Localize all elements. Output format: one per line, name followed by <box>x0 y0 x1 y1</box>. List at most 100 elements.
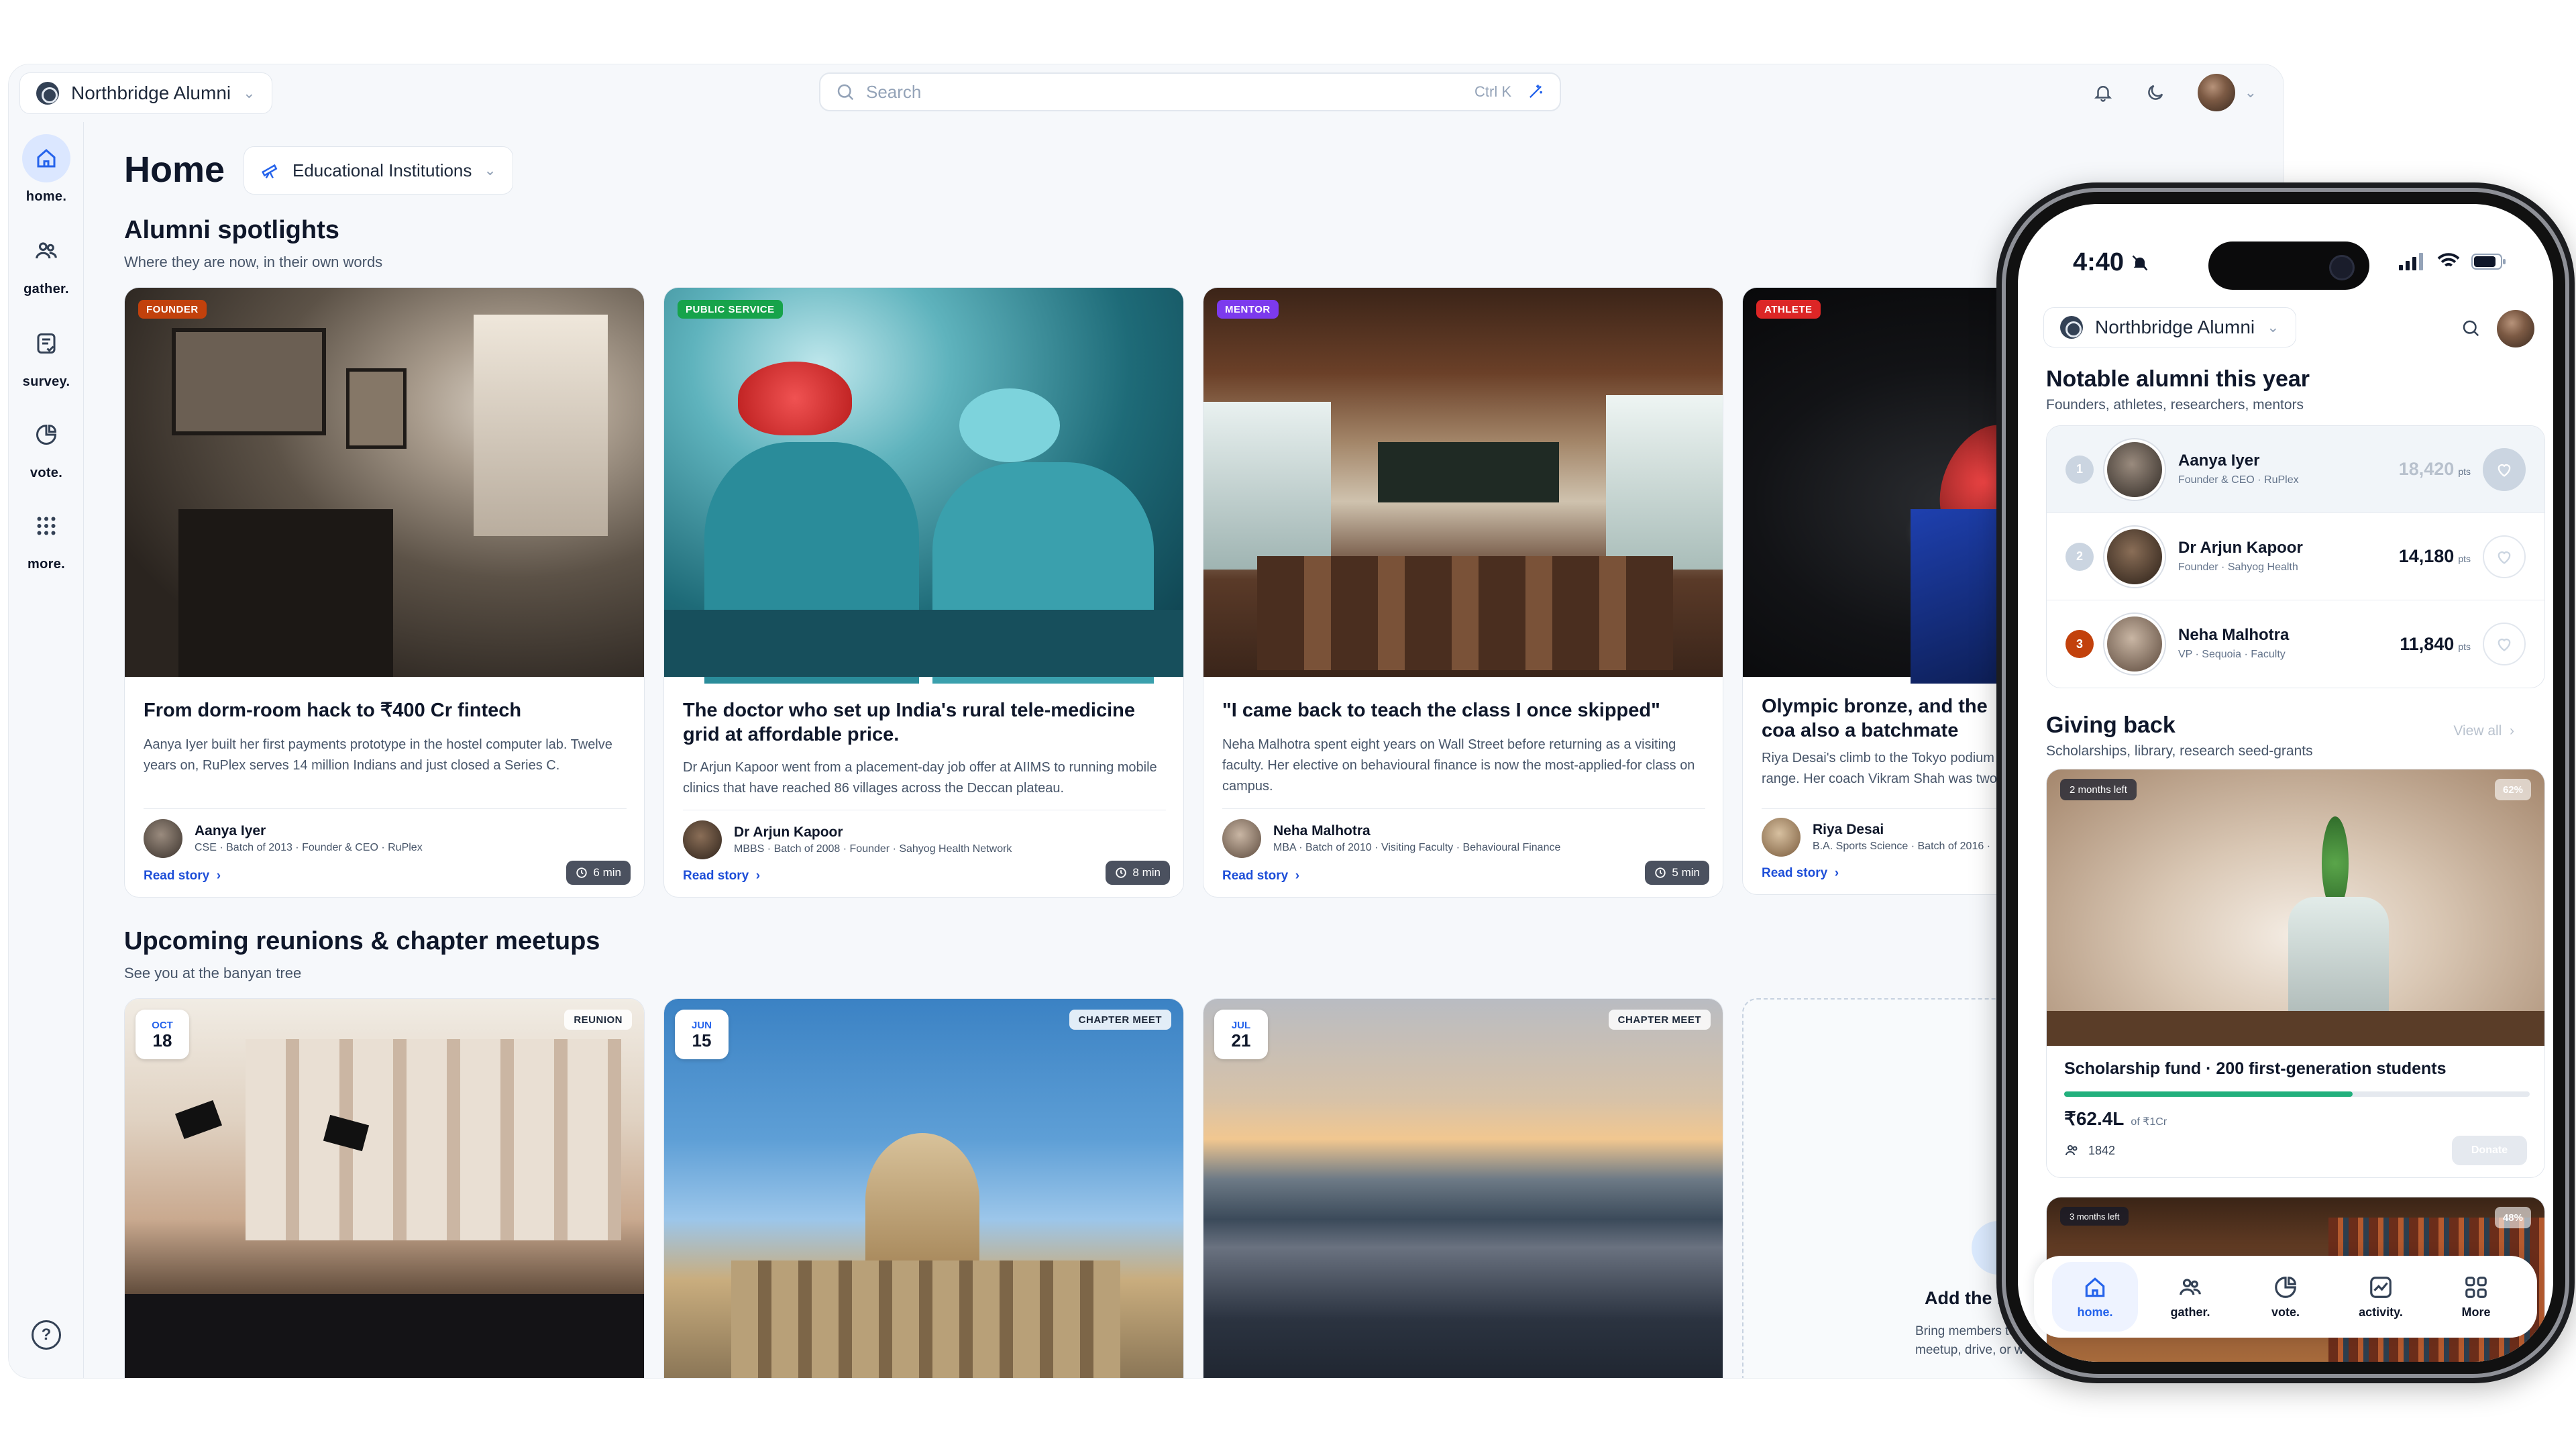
sidebar: home. gather. survey. vote. more. ? <box>9 122 84 1378</box>
tab-gather[interactable]: gather. <box>2147 1262 2233 1332</box>
read-story-link[interactable]: Read story › <box>1762 866 1839 881</box>
alumni-name: Dr Arjun Kapoor <box>2178 539 2303 557</box>
sidebar-item-more[interactable]: more. <box>9 502 84 572</box>
sparkle-icon[interactable] <box>1526 83 1545 101</box>
add-event-desc: meetup, drive, or w <box>1915 1343 2024 1357</box>
leaderboard-row[interactable]: 2 Dr Arjun Kapoor Founder · Sahyog Healt… <box>2047 513 2544 600</box>
leaderboard-row[interactable]: 3 Neha Malhotra VP · Sequoia · Faculty 1… <box>2047 600 2544 688</box>
bell-icon[interactable] <box>2093 83 2113 103</box>
user-menu[interactable]: ⌄ <box>2197 74 2257 111</box>
sidebar-item-label: home. <box>25 189 67 204</box>
tab-vote[interactable]: vote. <box>2243 1262 2328 1332</box>
heart-icon[interactable] <box>2483 535 2526 578</box>
avatar[interactable] <box>2497 310 2534 347</box>
read-story-link[interactable]: Read story › <box>144 869 221 883</box>
time-left-badge: 2 months left <box>2060 779 2137 800</box>
author: Riya Desai B.A. Sports Science · Batch o… <box>1762 818 1990 857</box>
heart-icon[interactable] <box>2483 623 2526 665</box>
card-title: Olympic bronze, and the coa also a batch… <box>1762 696 1988 741</box>
spotlight-image <box>664 288 1183 684</box>
chevron-right-icon: › <box>2506 723 2514 739</box>
moon-icon[interactable] <box>2145 83 2165 103</box>
events-subtitle: See you at the banyan tree <box>124 965 302 981</box>
tab-activity[interactable]: activity. <box>2338 1262 2424 1332</box>
phone-screen: 4:40 Northbridge Alumni ⌄ Notable alumni… <box>2018 204 2553 1362</box>
author-name: Dr Arjun Kapoor <box>734 824 843 840</box>
read-time-badge: 5 min <box>1645 861 1709 885</box>
tab-label: More <box>2461 1305 2491 1319</box>
page-title: Home <box>124 150 225 190</box>
pie-icon <box>22 411 70 459</box>
read-story-link[interactable]: Read story › <box>683 869 760 883</box>
avatar <box>2197 74 2235 111</box>
top-bar: Northbridge Alumni ⌄ Search Ctrl K ⌄ <box>9 64 2284 122</box>
sidebar-item-label: vote. <box>30 466 63 480</box>
points-value: 18,420 <box>2398 459 2455 479</box>
avatar <box>1762 818 1801 857</box>
institution-filter[interactable]: Educational Institutions ⌄ <box>244 146 513 195</box>
spotlight-card[interactable]: PUBLIC SERVICE 8 min The doctor who set … <box>663 287 1184 898</box>
spotlight-card[interactable]: FOUNDER 6 min From dorm-room hack to ₹40… <box>124 287 645 898</box>
spotlight-image <box>1203 288 1723 677</box>
activity-icon <box>2370 1276 2392 1298</box>
author-meta: CSE · Batch of 2013 · Founder & CEO · Ru… <box>195 842 423 853</box>
donor-number: 1842 <box>2088 1143 2116 1157</box>
sidebar-item-vote[interactable]: vote. <box>9 411 84 481</box>
help-button[interactable]: ? <box>32 1320 61 1350</box>
fund-card[interactable]: 2 months left 62% Scholarship fund · 200… <box>2046 769 2545 1178</box>
spotlights-subtitle: Where they are now, in their own words <box>124 254 383 270</box>
divider <box>144 808 627 809</box>
fund-goal: of ₹1Cr <box>2131 1116 2167 1128</box>
chevron-right-icon: › <box>213 869 221 883</box>
spotlight-image <box>125 288 644 677</box>
tab-label: gather. <box>2170 1305 2210 1319</box>
sidebar-item-home[interactable]: home. <box>9 134 84 205</box>
read-story-label: Read story <box>1222 869 1289 883</box>
event-image <box>1203 999 1723 1378</box>
search-icon[interactable] <box>2461 318 2481 338</box>
org-logo-icon <box>2060 316 2083 339</box>
alumni-points: 18,420 pts <box>2399 459 2471 480</box>
sidebar-item-gather[interactable]: gather. <box>9 227 84 297</box>
sidebar-item-label: survey. <box>22 374 70 389</box>
author: Aanya Iyer CSE · Batch of 2013 · Founder… <box>144 819 423 858</box>
read-story-link[interactable]: Read story › <box>1222 869 1299 883</box>
heart-icon[interactable] <box>2483 447 2526 491</box>
card-title: "I came back to teach the class I once s… <box>1222 700 1660 721</box>
read-story-label: Read story <box>683 869 749 883</box>
chevron-down-icon: ⌄ <box>2244 84 2257 101</box>
signal-icon <box>2399 253 2423 270</box>
read-time: 6 min <box>593 866 621 879</box>
sidebar-item-survey[interactable]: survey. <box>9 319 84 390</box>
donate-button[interactable]: Donate <box>2452 1136 2527 1165</box>
org-name: Northbridge Alumni <box>2095 317 2255 337</box>
people-icon <box>22 227 70 275</box>
top-right-actions: ⌄ <box>2093 74 2257 111</box>
chevron-right-icon: › <box>1831 866 1839 880</box>
spotlight-card[interactable]: MENTOR 5 min "I came back to teach the c… <box>1203 287 1723 898</box>
category-tag: MENTOR <box>1217 300 1279 319</box>
avatar <box>1222 819 1261 858</box>
event-type-tag: CHAPTER MEET <box>1069 1010 1171 1030</box>
search-bar[interactable]: Search Ctrl K <box>819 72 1561 111</box>
event-card[interactable]: JUN 15 CHAPTER MEET <box>663 998 1184 1378</box>
survey-icon <box>22 319 70 368</box>
avatar <box>2104 614 2165 674</box>
event-card[interactable]: JUL 21 CHAPTER MEET <box>1203 998 1723 1378</box>
event-type-tag: CHAPTER MEET <box>1608 1010 1711 1030</box>
view-all-link[interactable]: View all › <box>2453 723 2514 739</box>
org-switcher[interactable]: Northbridge Alumni ⌄ <box>2043 307 2296 347</box>
fund-title: Scholarship fund · 200 first-generation … <box>2064 1059 2447 1078</box>
events-title: Upcoming reunions & chapter meetups <box>124 927 600 955</box>
grid-icon <box>22 502 70 550</box>
giving-subtitle: Scholarships, library, research seed-gra… <box>2046 743 2313 759</box>
org-switcher[interactable]: Northbridge Alumni ⌄ <box>19 72 272 114</box>
tab-home[interactable]: home. <box>2052 1262 2138 1332</box>
event-day: 21 <box>1231 1030 1251 1051</box>
read-time-badge: 6 min <box>566 861 631 885</box>
org-logo-icon <box>36 82 59 105</box>
event-month: OCT <box>152 1019 173 1031</box>
tab-more[interactable]: More <box>2433 1262 2519 1332</box>
leaderboard-row[interactable]: 1 Aanya Iyer Founder & CEO · RuPlex 18,4… <box>2047 426 2544 513</box>
event-card[interactable]: OCT 18 REUNION <box>124 998 645 1378</box>
